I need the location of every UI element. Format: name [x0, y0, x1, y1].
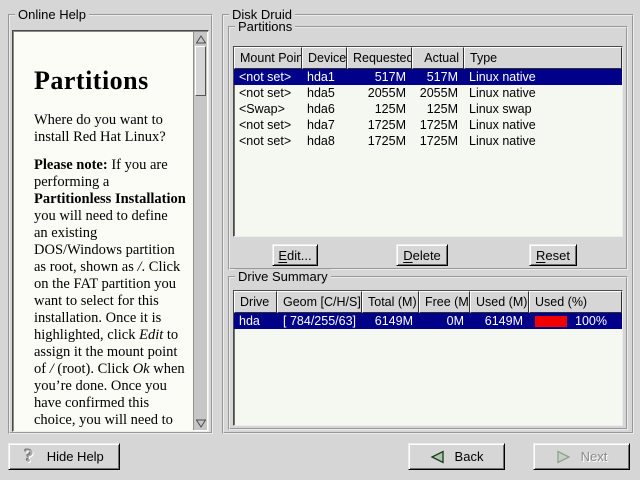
partitions-table-header: Mount PointDeviceRequestedActualType — [234, 47, 622, 69]
used-percent-bar — [535, 316, 567, 327]
drive-summary-table-header: DriveGeom [C/H/S]Total (M)Free (M)Used (… — [234, 291, 622, 313]
partition-cell: <not set> — [234, 69, 302, 85]
partitions-column-header[interactable]: Requested — [347, 47, 412, 69]
partition-cell: 517M — [412, 69, 464, 85]
partitions-table-body: <not set>hda1517M517MLinux native<not se… — [234, 69, 622, 149]
help-title: Partitions — [34, 66, 189, 96]
partition-cell: Linux native — [464, 117, 622, 133]
help-text-line: have confirmed this — [34, 395, 189, 412]
reset-button[interactable]: Reset — [529, 244, 577, 266]
help-text-line: assign it the mount point — [34, 344, 189, 361]
help-text-line: DOS/Windows partition — [34, 242, 189, 259]
next-label: Next — [581, 449, 608, 464]
drive-summary-frame-label: Drive Summary — [235, 269, 331, 284]
partition-row[interactable]: <not set>hda81725M1725MLinux native — [234, 133, 622, 149]
used-percent-cell: 100% — [529, 313, 622, 329]
help-text-line: you will need to define — [34, 208, 189, 225]
help-text-line: choice, you will need to — [34, 412, 189, 429]
partition-cell: 1725M — [347, 133, 412, 149]
drive-summary-cell: 6149M — [362, 313, 419, 329]
partition-cell: 2055M — [347, 85, 412, 101]
help-text-line: an existing — [34, 225, 189, 242]
partition-cell: Linux swap — [464, 101, 622, 117]
drive-summary-row[interactable]: hda[ 784/255/63]6149M0M6149M100% — [234, 313, 622, 329]
partition-cell: <not set> — [234, 133, 302, 149]
partitions-column-header[interactable]: Actual — [412, 47, 464, 69]
help-text-line: of / (root). Click Ok when — [34, 361, 189, 378]
partition-cell: <not set> — [234, 117, 302, 133]
partition-cell: <Swap> — [234, 101, 302, 117]
hide-help-button[interactable]: ? Hide Help — [8, 443, 120, 470]
partitions-column-header[interactable]: Type — [464, 47, 622, 69]
scroll-up-icon[interactable] — [195, 33, 207, 45]
partition-cell: 1725M — [412, 117, 464, 133]
question-mark-icon: ? — [24, 447, 34, 466]
partition-cell: 125M — [347, 101, 412, 117]
partition-cell: <not set> — [234, 85, 302, 101]
next-arrow-icon — [556, 450, 571, 464]
partition-cell: hda5 — [302, 85, 347, 101]
help-text-line: on the FAT partition you — [34, 276, 189, 293]
help-scrollbar-thumb[interactable] — [195, 46, 206, 96]
help-text-line: install Red Hat Linux? — [34, 129, 189, 146]
partition-cell: Linux native — [464, 69, 622, 85]
help-text-line: Partitionless Installation — [34, 191, 189, 208]
help-text-line: highlighted, click Edit to — [34, 327, 189, 344]
partition-cell: hda7 — [302, 117, 347, 133]
partition-cell: 517M — [347, 69, 412, 85]
partition-cell: 2055M — [412, 85, 464, 101]
hide-help-label: Hide Help — [47, 449, 104, 464]
help-scrollbar[interactable] — [193, 32, 207, 430]
help-text: Where do you want toinstall Red Hat Linu… — [34, 112, 189, 430]
back-label: Back — [455, 449, 484, 464]
help-text-line: want to select for this — [34, 293, 189, 310]
used-percent-value: 100% — [575, 313, 607, 329]
drive-summary-table-body: hda[ 784/255/63]6149M0M6149M100% — [234, 313, 622, 329]
partition-row[interactable]: <not set>hda52055M2055MLinux native — [234, 85, 622, 101]
help-text-line: define the appropriate — [34, 429, 189, 430]
partition-cell: 1725M — [347, 117, 412, 133]
partition-cell: hda8 — [302, 133, 347, 149]
online-help-frame-label: Online Help — [15, 7, 89, 22]
partitions-table: Mount PointDeviceRequestedActualType <no… — [233, 46, 623, 237]
partitions-column-header[interactable]: Device — [302, 47, 347, 69]
help-content: Partitions Where do you want toinstall R… — [14, 32, 193, 430]
drive-summary-column-header[interactable]: Total (M) — [362, 291, 419, 313]
help-viewport: Partitions Where do you want toinstall R… — [12, 30, 209, 432]
partition-cell: 1725M — [412, 133, 464, 149]
help-text-line: Where do you want to — [34, 112, 189, 129]
partition-row[interactable]: <Swap>hda6125M125MLinux swap — [234, 101, 622, 117]
help-text-line: as root, shown as /. Click — [34, 259, 189, 276]
drive-summary-cell: 6149M — [470, 313, 529, 329]
drive-summary-column-header[interactable]: Drive — [234, 291, 277, 313]
drive-summary-column-header[interactable]: Geom [C/H/S] — [277, 291, 362, 313]
back-arrow-icon — [430, 450, 445, 464]
back-button[interactable]: Back — [408, 443, 505, 470]
drive-summary-column-header[interactable]: Free (M) — [419, 291, 470, 313]
drive-summary-cell: 0M — [419, 313, 470, 329]
partition-cell: Linux native — [464, 133, 622, 149]
help-text-line: installation. Once it is — [34, 310, 189, 327]
partition-cell: hda1 — [302, 69, 347, 85]
drive-summary-column-header[interactable]: Used (M) — [470, 291, 529, 313]
partition-row[interactable]: <not set>hda1517M517MLinux native — [234, 69, 622, 85]
drive-summary-column-header[interactable]: Used (%) — [529, 291, 622, 313]
delete-button[interactable]: Delete — [396, 244, 448, 266]
help-text-line: performing a — [34, 174, 189, 191]
drive-summary-cell: [ 784/255/63] — [277, 313, 362, 329]
partition-cell: hda6 — [302, 101, 347, 117]
drive-summary-cell: hda — [234, 313, 277, 329]
edit-button[interactable]: Edit... — [272, 244, 318, 266]
partition-cell: Linux native — [464, 85, 622, 101]
partitions-column-header[interactable]: Mount Point — [234, 47, 302, 69]
scroll-down-icon[interactable] — [195, 417, 207, 429]
partition-cell: 125M — [412, 101, 464, 117]
drive-summary-table: DriveGeom [C/H/S]Total (M)Free (M)Used (… — [233, 290, 623, 426]
next-button[interactable]: Next — [533, 443, 630, 470]
partition-row[interactable]: <not set>hda71725M1725MLinux native — [234, 117, 622, 133]
help-text-line: you’re done. Once you — [34, 378, 189, 395]
partitions-frame-label: Partitions — [235, 19, 295, 34]
help-text-line: Please note: If you are — [34, 157, 189, 174]
